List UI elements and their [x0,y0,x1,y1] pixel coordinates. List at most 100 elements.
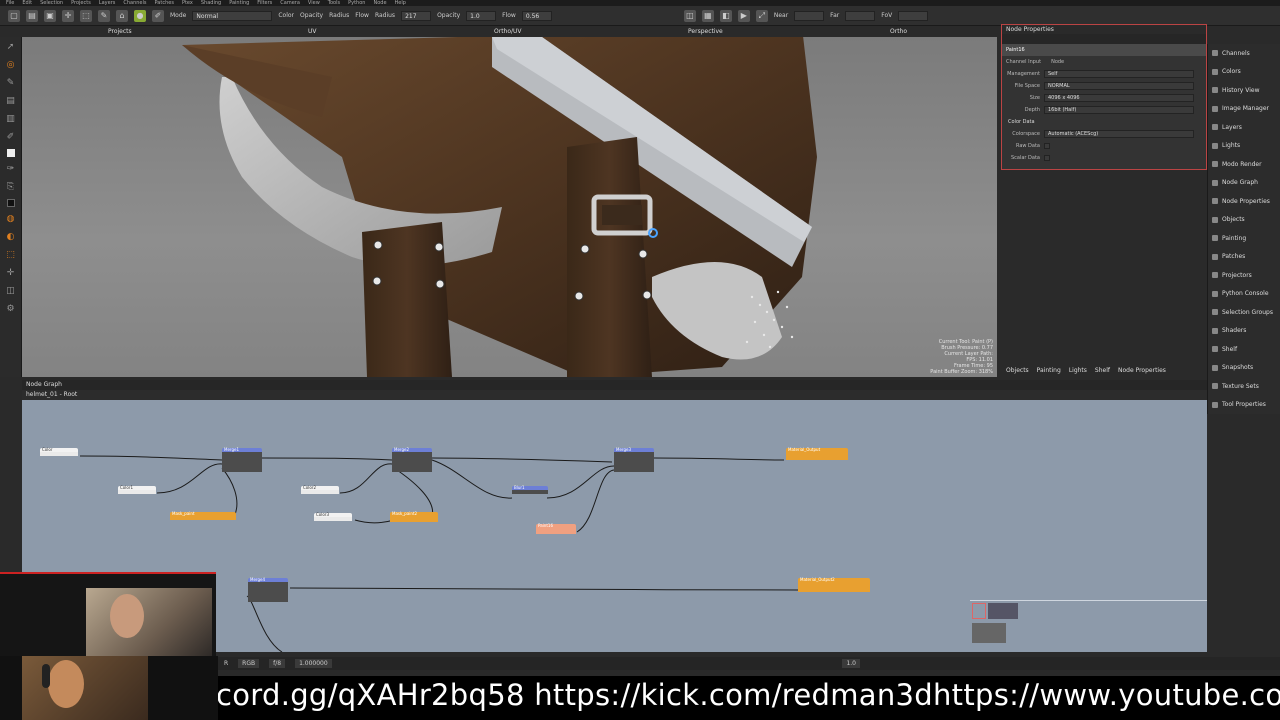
sidebar-item[interactable]: Shaders [1208,322,1280,341]
node-title[interactable]: Paint16 [1002,44,1206,56]
near-field[interactable] [794,10,825,21]
graph-node[interactable]: Paint16 [536,523,576,534]
home-icon[interactable]: ⌂ [116,9,128,22]
expand-icon[interactable]: ⤢ [755,9,768,22]
brush-tool-icon[interactable]: ✎ [5,77,17,89]
pen-icon[interactable]: ✐ [5,131,17,143]
paint-tool-icon[interactable]: ✎ [98,9,110,22]
fill-icon[interactable]: ▥ [5,113,17,125]
sidebar-item[interactable]: Layers [1208,118,1280,137]
graph-node[interactable]: Merge1 [222,447,262,472]
frame-field[interactable]: f/8 [269,659,286,668]
tab-projects[interactable]: Projects [108,27,132,37]
open-icon[interactable]: ▤ [26,9,38,22]
camera-tool-icon[interactable]: ◫ [5,285,17,297]
camera-icon[interactable]: ◫ [683,9,696,22]
graph-node[interactable]: Merge2 [392,447,432,472]
sidebar-item[interactable]: Colors [1208,63,1280,82]
sidebar-item[interactable]: Lights [1208,137,1280,156]
tab-perspective[interactable]: Perspective [688,27,723,37]
graph-node[interactable]: Material_Output [786,447,848,460]
sidebar-item[interactable]: Modo Render [1208,155,1280,174]
file-space-dropdown[interactable]: NORMAL [1044,82,1194,90]
sidebar-item[interactable]: Channels [1208,44,1280,63]
record-icon[interactable]: ● [134,9,146,22]
graph-node[interactable]: Mask_paint [170,511,236,520]
sidebar-item[interactable]: Projectors [1208,266,1280,285]
gain-field[interactable]: 1.000000 [295,659,332,668]
sidebar-item[interactable]: Selection Groups [1208,303,1280,322]
tab-shelf[interactable]: Shelf [1095,366,1110,376]
sidebar-item[interactable]: Texture Sets [1208,377,1280,396]
graph-node[interactable]: Color [40,447,78,456]
tab-ortho[interactable]: Ortho [890,27,907,37]
graph-node[interactable]: Blur1 [512,485,548,494]
raw-data-checkbox[interactable] [1044,143,1050,149]
depth-dropdown[interactable]: 16bit (Half) [1044,106,1194,114]
sidebar-item[interactable]: Patches [1208,248,1280,267]
tab-node[interactable]: Node [1051,59,1064,65]
play-icon[interactable]: ▶ [737,9,750,22]
scalar-data-checkbox[interactable] [1044,155,1050,161]
far-field[interactable] [845,10,876,21]
zoom-field[interactable]: 1.0 [842,659,860,668]
graph-node[interactable]: Color2 [301,485,339,494]
tab-node-properties[interactable]: Node Properties [1118,366,1166,376]
tab-painting[interactable]: Painting [1037,366,1061,376]
graph-node[interactable]: Material_Output2 [798,577,870,592]
flow-field[interactable]: 0.56 [521,10,552,21]
sidebar-item[interactable]: Image Manager [1208,100,1280,119]
tab-objects[interactable]: Objects [1006,366,1029,376]
clone-icon[interactable]: ⎘ [5,181,17,193]
size-dropdown[interactable]: 4096 x 4096 [1044,94,1194,102]
cube-icon[interactable]: ◧ [719,9,732,22]
sidebar-item[interactable]: Tool Properties [1208,396,1280,415]
brush-icon[interactable]: ✐ [152,9,164,22]
radius-field[interactable]: 217 [401,10,432,21]
sidebar-item[interactable]: Shelf [1208,340,1280,359]
viewport-3d[interactable]: Current Tool: Paint (P) Brush Pressure: … [22,37,997,377]
tab-ortho-uv[interactable]: Ortho/UV [494,27,522,37]
foreground-color-swatch[interactable] [6,149,15,157]
opacity-field[interactable]: 1.0 [466,10,497,21]
node-graph-breadcrumb[interactable]: helmet_01 - Root [22,390,1207,400]
stamp-icon[interactable]: ▤ [5,95,17,107]
color-data-section[interactable]: Color Data [1002,116,1206,128]
sidebar-item[interactable]: Objects [1208,211,1280,230]
sidebar-item[interactable]: Painting [1208,229,1280,248]
sidebar-item[interactable]: Python Console [1208,285,1280,304]
mode-dropdown[interactable]: Normal [192,10,273,21]
fov-field[interactable] [898,10,929,21]
channel-dropdown[interactable]: RGB [238,659,260,668]
graph-node[interactable]: Mask_paint2 [390,511,438,522]
tab-channel-input[interactable]: Channel Input [1006,59,1051,65]
grid-icon[interactable]: ▦ [701,9,714,22]
tab-uv[interactable]: UV [308,27,317,37]
sidebar-item[interactable]: Node Properties [1208,192,1280,211]
transform-icon[interactable]: ✛ [62,9,74,22]
sidebar-item[interactable]: History View [1208,81,1280,100]
mask-icon[interactable]: ◐ [5,231,17,243]
background-color-swatch[interactable] [6,199,15,207]
colorspace-dropdown[interactable]: Automatic (ACEScg) [1044,130,1194,138]
select-icon[interactable]: ⬚ [80,9,92,22]
paint-through-icon[interactable]: ◍ [5,213,17,225]
navigator-thumbnail[interactable] [970,600,1207,652]
graph-node[interactable]: Merge4 [248,577,288,602]
save-icon[interactable]: ▣ [44,9,56,22]
transform-tool-icon[interactable]: ✛ [5,267,17,279]
graph-node[interactable]: Color3 [314,512,352,521]
pointer-icon[interactable]: ➚ [5,41,17,53]
graph-node[interactable]: Color1 [118,485,156,494]
target-icon[interactable]: ◎ [5,59,17,71]
select-region-icon[interactable]: ⬚ [5,249,17,261]
settings-icon[interactable]: ⚙ [5,303,17,315]
tab-lights[interactable]: Lights [1069,366,1087,376]
graph-node[interactable]: Merge3 [614,447,654,472]
eyedropper-icon[interactable]: ✑ [5,163,17,175]
sidebar-item[interactable]: Node Graph [1208,174,1280,193]
management-dropdown[interactable]: Self [1044,70,1194,78]
sidebar-item[interactable]: Snapshots [1208,359,1280,378]
new-project-icon[interactable]: ▢ [8,9,20,22]
mari-window: File Edit Selection Projects Layers Channels P… [0,0,1280,720]
